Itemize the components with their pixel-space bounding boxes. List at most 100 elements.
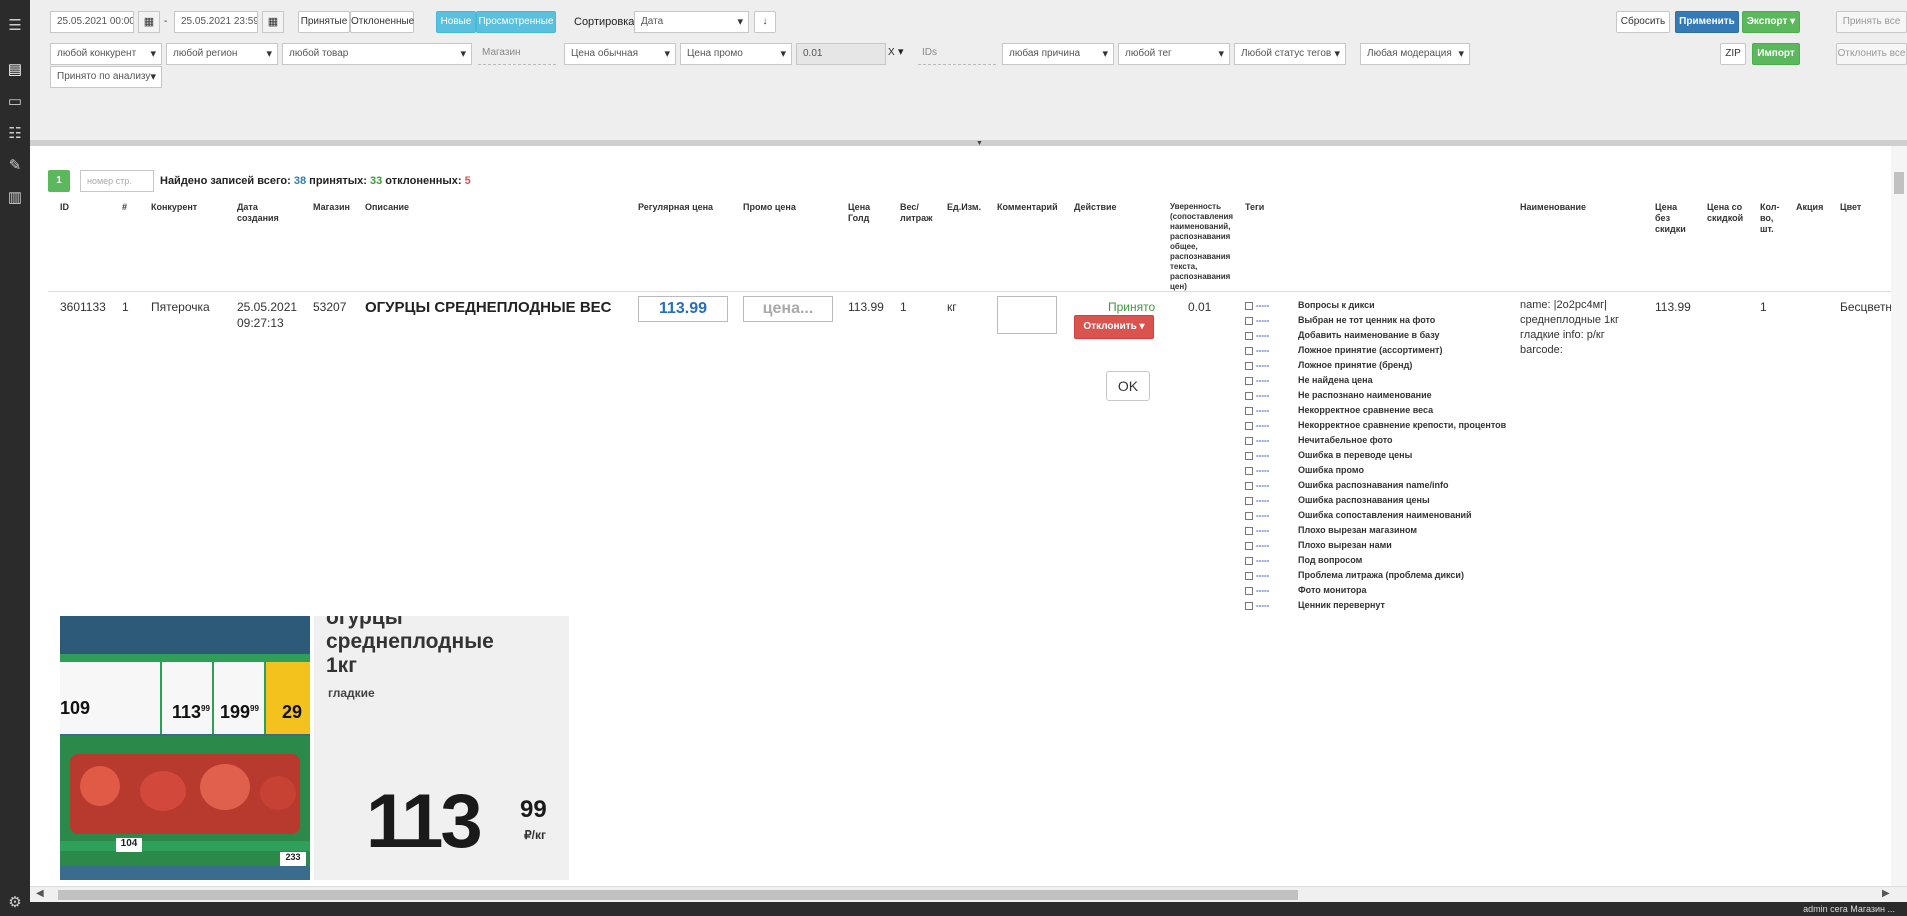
col-color[interactable]: Цвет — [1840, 202, 1861, 213]
filter-accepted-button[interactable]: Принятые — [298, 11, 350, 33]
horizontal-scrollbar[interactable]: ◀ ▶ — [30, 886, 1907, 902]
tag-checkbox[interactable] — [1245, 451, 1253, 460]
tag-row[interactable]: ----- Не распознано наименование — [1245, 390, 1432, 405]
col-description[interactable]: Описание — [365, 202, 409, 213]
tag-checkbox[interactable] — [1245, 496, 1253, 505]
col-regular-price[interactable]: Регулярная цена — [638, 202, 713, 213]
hamburger-menu-icon[interactable]: ☰ — [7, 18, 23, 34]
col-price-no-discount[interactable]: Цена без скидки — [1655, 202, 1691, 235]
tag-checkbox[interactable] — [1245, 601, 1253, 610]
tag-checkbox[interactable] — [1245, 511, 1253, 520]
tag-row[interactable]: ----- Не найдена цена — [1245, 375, 1373, 390]
col-tags[interactable]: Теги — [1245, 202, 1264, 213]
tag-row[interactable]: ----- Ошибка промо — [1245, 465, 1364, 480]
ids-input[interactable]: IDs — [918, 43, 996, 65]
tag-checkbox[interactable] — [1245, 541, 1253, 550]
tag-checkbox[interactable] — [1245, 436, 1253, 445]
tag-status-select[interactable]: Любой статус тегов — [1234, 43, 1346, 65]
tag-checkbox[interactable] — [1245, 361, 1253, 370]
moderation-select[interactable]: Любая модерация — [1360, 43, 1470, 65]
barcode-icon[interactable]: ▥ — [7, 190, 23, 206]
tag-row[interactable]: ----- Проблема литража (проблема дикси) — [1245, 570, 1464, 585]
tag-row[interactable]: ----- Нечитабельное фото — [1245, 435, 1393, 450]
list-icon[interactable]: ☷ — [7, 126, 23, 142]
reject-button[interactable]: Отклонить ▾ — [1074, 315, 1154, 339]
tag-row[interactable]: ----- Плохо вырезан нами — [1245, 540, 1392, 555]
date-to-input[interactable]: 25.05.2021 23:59 — [174, 11, 258, 33]
tag-checkbox[interactable] — [1245, 481, 1253, 490]
sort-direction-icon[interactable]: ↓ — [754, 11, 776, 33]
tag-checkbox[interactable] — [1245, 421, 1253, 430]
tag-row[interactable]: ----- Под вопросом — [1245, 555, 1362, 570]
promo-price-input[interactable]: цена... — [743, 296, 833, 322]
apply-button[interactable]: Применить — [1675, 11, 1739, 33]
price-tag-photo[interactable]: огурцы среднеплодные 1кг гладкие 113 99 … — [314, 616, 569, 880]
tag-row[interactable]: ----- Фото монитора — [1245, 585, 1367, 600]
tag-checkbox[interactable] — [1245, 331, 1253, 340]
shelf-photo[interactable]: 109 11399 19999 29 104 233 — [60, 616, 310, 880]
tag-row[interactable]: ----- Добавить наименование в базу — [1245, 330, 1440, 345]
col-id[interactable]: ID — [60, 202, 69, 213]
tag-checkbox[interactable] — [1245, 376, 1253, 385]
import-button[interactable]: Импорт — [1752, 43, 1800, 65]
reject-all-button[interactable]: Отклонить все — [1836, 43, 1907, 65]
reset-button[interactable]: Сбросить — [1616, 11, 1670, 33]
tag-checkbox[interactable] — [1245, 391, 1253, 400]
region-select[interactable]: любой регион — [166, 43, 278, 65]
ok-button[interactable]: OK — [1106, 371, 1150, 401]
page-number-input[interactable]: номер стр. — [80, 170, 154, 192]
tag-checkbox[interactable] — [1245, 316, 1253, 325]
page-number-badge[interactable]: 1 — [48, 170, 70, 192]
competitor-select[interactable]: любой конкурент — [50, 43, 162, 65]
list-view-icon[interactable]: ▤ — [7, 62, 23, 78]
tag-row[interactable]: ----- Плохо вырезан магазином — [1245, 525, 1417, 540]
col-action[interactable]: Действие — [1074, 202, 1117, 213]
comment-textarea[interactable] — [997, 296, 1057, 334]
sort-select[interactable]: Дата — [634, 11, 749, 33]
calendar-from-icon[interactable]: ▦ — [138, 11, 160, 33]
tag-checkbox[interactable] — [1245, 526, 1253, 535]
tag-row[interactable]: ----- Некорректное сравнение веса — [1245, 405, 1433, 420]
promo-price-select[interactable]: Цена промо — [680, 43, 792, 65]
calendar-to-icon[interactable]: ▦ — [262, 11, 284, 33]
tag-checkbox[interactable] — [1245, 466, 1253, 475]
zip-button[interactable]: ZIP — [1720, 43, 1746, 65]
inbox-icon[interactable]: ▭ — [7, 94, 23, 110]
tag-checkbox[interactable] — [1245, 301, 1253, 310]
col-promo-price[interactable]: Промо цена — [743, 202, 796, 213]
vertical-scroll-thumb[interactable] — [1894, 172, 1904, 194]
tag-row[interactable]: ----- Ложное принятие (ассортимент) — [1245, 345, 1442, 360]
analysis-select[interactable]: Принято по анализу — [50, 66, 162, 88]
col-confidence[interactable]: Уверенность (сопоставления наименований,… — [1170, 202, 1233, 292]
confidence-input[interactable]: 0.01 — [796, 43, 886, 65]
tag-checkbox[interactable] — [1245, 346, 1253, 355]
col-weight[interactable]: Вес/ литраж — [900, 202, 942, 224]
tag-checkbox[interactable] — [1245, 556, 1253, 565]
col-gold-price[interactable]: Цена Голд — [848, 202, 878, 224]
col-num[interactable]: # — [122, 202, 127, 213]
tag-select[interactable]: любой тег — [1118, 43, 1230, 65]
accept-all-button[interactable]: Принять все — [1836, 11, 1907, 33]
confidence-caret-icon[interactable]: ▾ — [898, 45, 904, 58]
tag-row[interactable]: ----- Ошибка распознавания цены — [1245, 495, 1430, 510]
tag-row[interactable]: ----- Ложное принятие (бренд) — [1245, 360, 1412, 375]
filter-rejected-button[interactable]: Отклоненные — [350, 11, 414, 33]
date-from-input[interactable]: 25.05.2021 00:00 — [50, 11, 134, 33]
col-unit[interactable]: Ед.Изм. — [947, 202, 981, 213]
export-button[interactable]: Экспорт ▾ — [1742, 11, 1800, 33]
tag-checkbox[interactable] — [1245, 406, 1253, 415]
tag-row[interactable]: ----- Некорректное сравнение крепости, пр… — [1245, 420, 1506, 435]
store-input[interactable]: Магазин — [478, 43, 556, 65]
scroll-right-icon[interactable]: ▶ — [1882, 888, 1890, 899]
clear-x-icon[interactable]: X — [888, 47, 895, 58]
col-qty[interactable]: Кол-во, шт. — [1760, 202, 1786, 235]
tag-row[interactable]: ----- Выбран не тот ценник на фото — [1245, 315, 1435, 330]
tag-row[interactable]: ----- Ошибка распознавания name/info — [1245, 480, 1449, 495]
settings-gear-icon[interactable]: ⚙ — [7, 895, 23, 911]
tag-checkbox[interactable] — [1245, 586, 1253, 595]
reason-select[interactable]: любая причина — [1002, 43, 1114, 65]
tag-row[interactable]: ----- Вопросы к дикси — [1245, 300, 1375, 315]
col-promo[interactable]: Акция — [1796, 202, 1823, 213]
col-name[interactable]: Наименование — [1520, 202, 1586, 213]
tag-checkbox[interactable] — [1245, 571, 1253, 580]
